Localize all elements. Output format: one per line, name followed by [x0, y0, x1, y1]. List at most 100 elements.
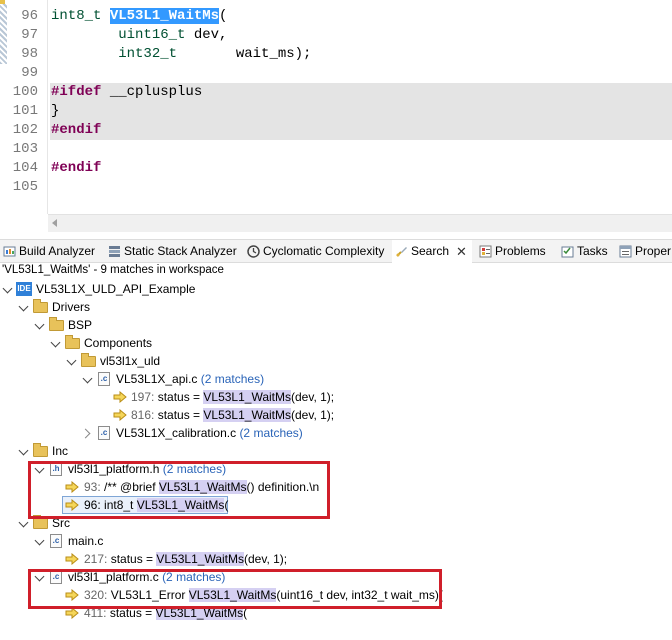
node-label: VL53L1X_ULD_API_Example [36, 282, 196, 296]
code-token: wait_ms); [177, 46, 312, 62]
line-number: 104 [12, 160, 38, 176]
code-text: #ifdef __cplusplus [50, 83, 672, 102]
file-label: VL53L1X_calibration.c (2 matches) [116, 424, 303, 442]
code-line[interactable]: 100 #ifdef __cplusplus [0, 83, 672, 102]
c-file-icon: .c [50, 534, 62, 548]
selected-text: VL53L1_WaitMs [109, 8, 220, 24]
line-number: 102 [12, 122, 38, 138]
match-highlight: VL53L1_WaitMs [156, 552, 245, 566]
view-tab-bar: Build Analyzer Static Stack Analyzer Cyc… [0, 239, 672, 263]
code-token: uint16_t [118, 27, 186, 43]
collapse-icon[interactable] [50, 337, 61, 348]
search-icon [396, 247, 407, 257]
tab-search[interactable]: Search ✕ [392, 240, 472, 263]
collapse-icon[interactable] [66, 355, 77, 366]
stack-analyzer-icon [109, 246, 120, 257]
line-number: 105 [12, 179, 38, 195]
match-suffix: (dev, 1); [244, 552, 288, 566]
collapse-icon[interactable] [18, 517, 29, 528]
annotation-box-platform-c [28, 569, 442, 609]
search-results-tree[interactable]: IDE VL53L1X_ULD_API_Example Drivers BSP … [0, 279, 672, 640]
expand-icon[interactable] [80, 428, 91, 439]
code-line[interactable]: 105 [0, 178, 672, 197]
tab-label: Search [411, 244, 450, 258]
match-suffix: (dev, 1); [291, 390, 335, 404]
tab-static-stack-analyzer[interactable]: Static Stack Analyzer [105, 240, 237, 263]
collapse-icon[interactable] [2, 283, 13, 294]
match-prefix: status = [157, 408, 204, 422]
code-line[interactable]: 99 [0, 64, 672, 83]
horizontal-scrollbar[interactable] [48, 214, 672, 232]
match-line-number: 217: [84, 552, 108, 566]
code-token: __cplusplus [101, 84, 203, 100]
tab-cyclomatic-complexity[interactable]: Cyclomatic Complexity [244, 240, 388, 263]
match-count: (2 matches) [239, 426, 303, 440]
match-suffix: (dev, 1); [291, 408, 335, 422]
folder-icon [33, 299, 48, 313]
match-text: 217: status = VL53L1_WaitMs(dev, 1); [84, 550, 287, 568]
code-line[interactable]: 101} [0, 102, 672, 121]
code-line[interactable]: 103 [0, 140, 672, 159]
code-editor[interactable]: 96 int8_t VL53L1_WaitMs(97 uint16_t dev, 9… [0, 0, 672, 236]
match-text: 816: status = VL53L1_WaitMs(dev, 1); [131, 406, 334, 424]
collapse-icon[interactable] [18, 445, 29, 456]
node-label: Drivers [52, 300, 90, 314]
tab-label: Cyclomatic Complexity [263, 244, 385, 258]
collapse-icon[interactable] [34, 535, 45, 546]
file-name: VL53L1X_api.c [116, 372, 198, 386]
tab-properties[interactable]: Proper [616, 240, 672, 263]
close-icon[interactable]: ✕ [456, 240, 467, 263]
node-label: vl53l1x_uld [100, 354, 161, 368]
code-line[interactable]: 98 int32_t wait_ms); [0, 45, 672, 64]
node-label: BSP [68, 318, 93, 332]
collapse-icon[interactable] [34, 319, 45, 330]
code-line[interactable]: 97 uint16_t dev, [0, 26, 672, 45]
line-number: 103 [12, 141, 38, 157]
tab-label: Build Analyzer [19, 244, 96, 258]
line-number: 99 [21, 65, 38, 81]
match-arrow-icon [65, 553, 79, 565]
build-analyzer-icon [3, 246, 16, 257]
match-arrow-icon [113, 391, 127, 403]
project-icon: IDE [16, 282, 32, 296]
annotation-box-platform-h [28, 461, 330, 519]
line-number: 100 [12, 84, 38, 100]
code-token: dev, [185, 27, 228, 43]
tab-label: Problems [495, 244, 546, 258]
line-number: 98 [21, 46, 38, 62]
tab-tasks[interactable]: Tasks [558, 240, 614, 263]
tab-problems[interactable]: Problems [476, 240, 554, 263]
line-number: 96 [21, 8, 38, 24]
tasks-icon [561, 246, 574, 258]
code-token: #endif [51, 122, 102, 138]
folder-icon [33, 443, 48, 457]
scroll-left-icon[interactable] [52, 219, 57, 227]
c-file-icon: .c [98, 426, 110, 440]
line-number: 101 [12, 103, 38, 119]
tab-build-analyzer[interactable]: Build Analyzer [0, 240, 100, 263]
code-token: int32_t [118, 46, 178, 62]
folder-icon [33, 515, 48, 529]
file-name: VL53L1X_calibration.c [116, 426, 237, 440]
collapse-icon[interactable] [82, 373, 93, 384]
code-text: uint16_t dev, [50, 26, 672, 45]
code-token: #endif [51, 160, 102, 176]
code-text: int32_t wait_ms); [50, 45, 672, 64]
code-line[interactable]: 96 int8_t VL53L1_WaitMs( [0, 7, 672, 26]
file-label: VL53L1X_api.c (2 matches) [116, 370, 264, 388]
code-line[interactable]: 102 #endif [0, 121, 672, 140]
node-label: Inc [52, 444, 69, 458]
code-text: #endif [50, 159, 672, 178]
problems-icon [479, 245, 492, 258]
match-text: 197: status = VL53L1_WaitMs(dev, 1); [131, 388, 334, 406]
code-line[interactable]: 104 #endif [0, 159, 672, 178]
c-file-icon: .c [98, 372, 110, 386]
node-label: Components [84, 336, 153, 350]
collapse-icon[interactable] [18, 301, 29, 312]
